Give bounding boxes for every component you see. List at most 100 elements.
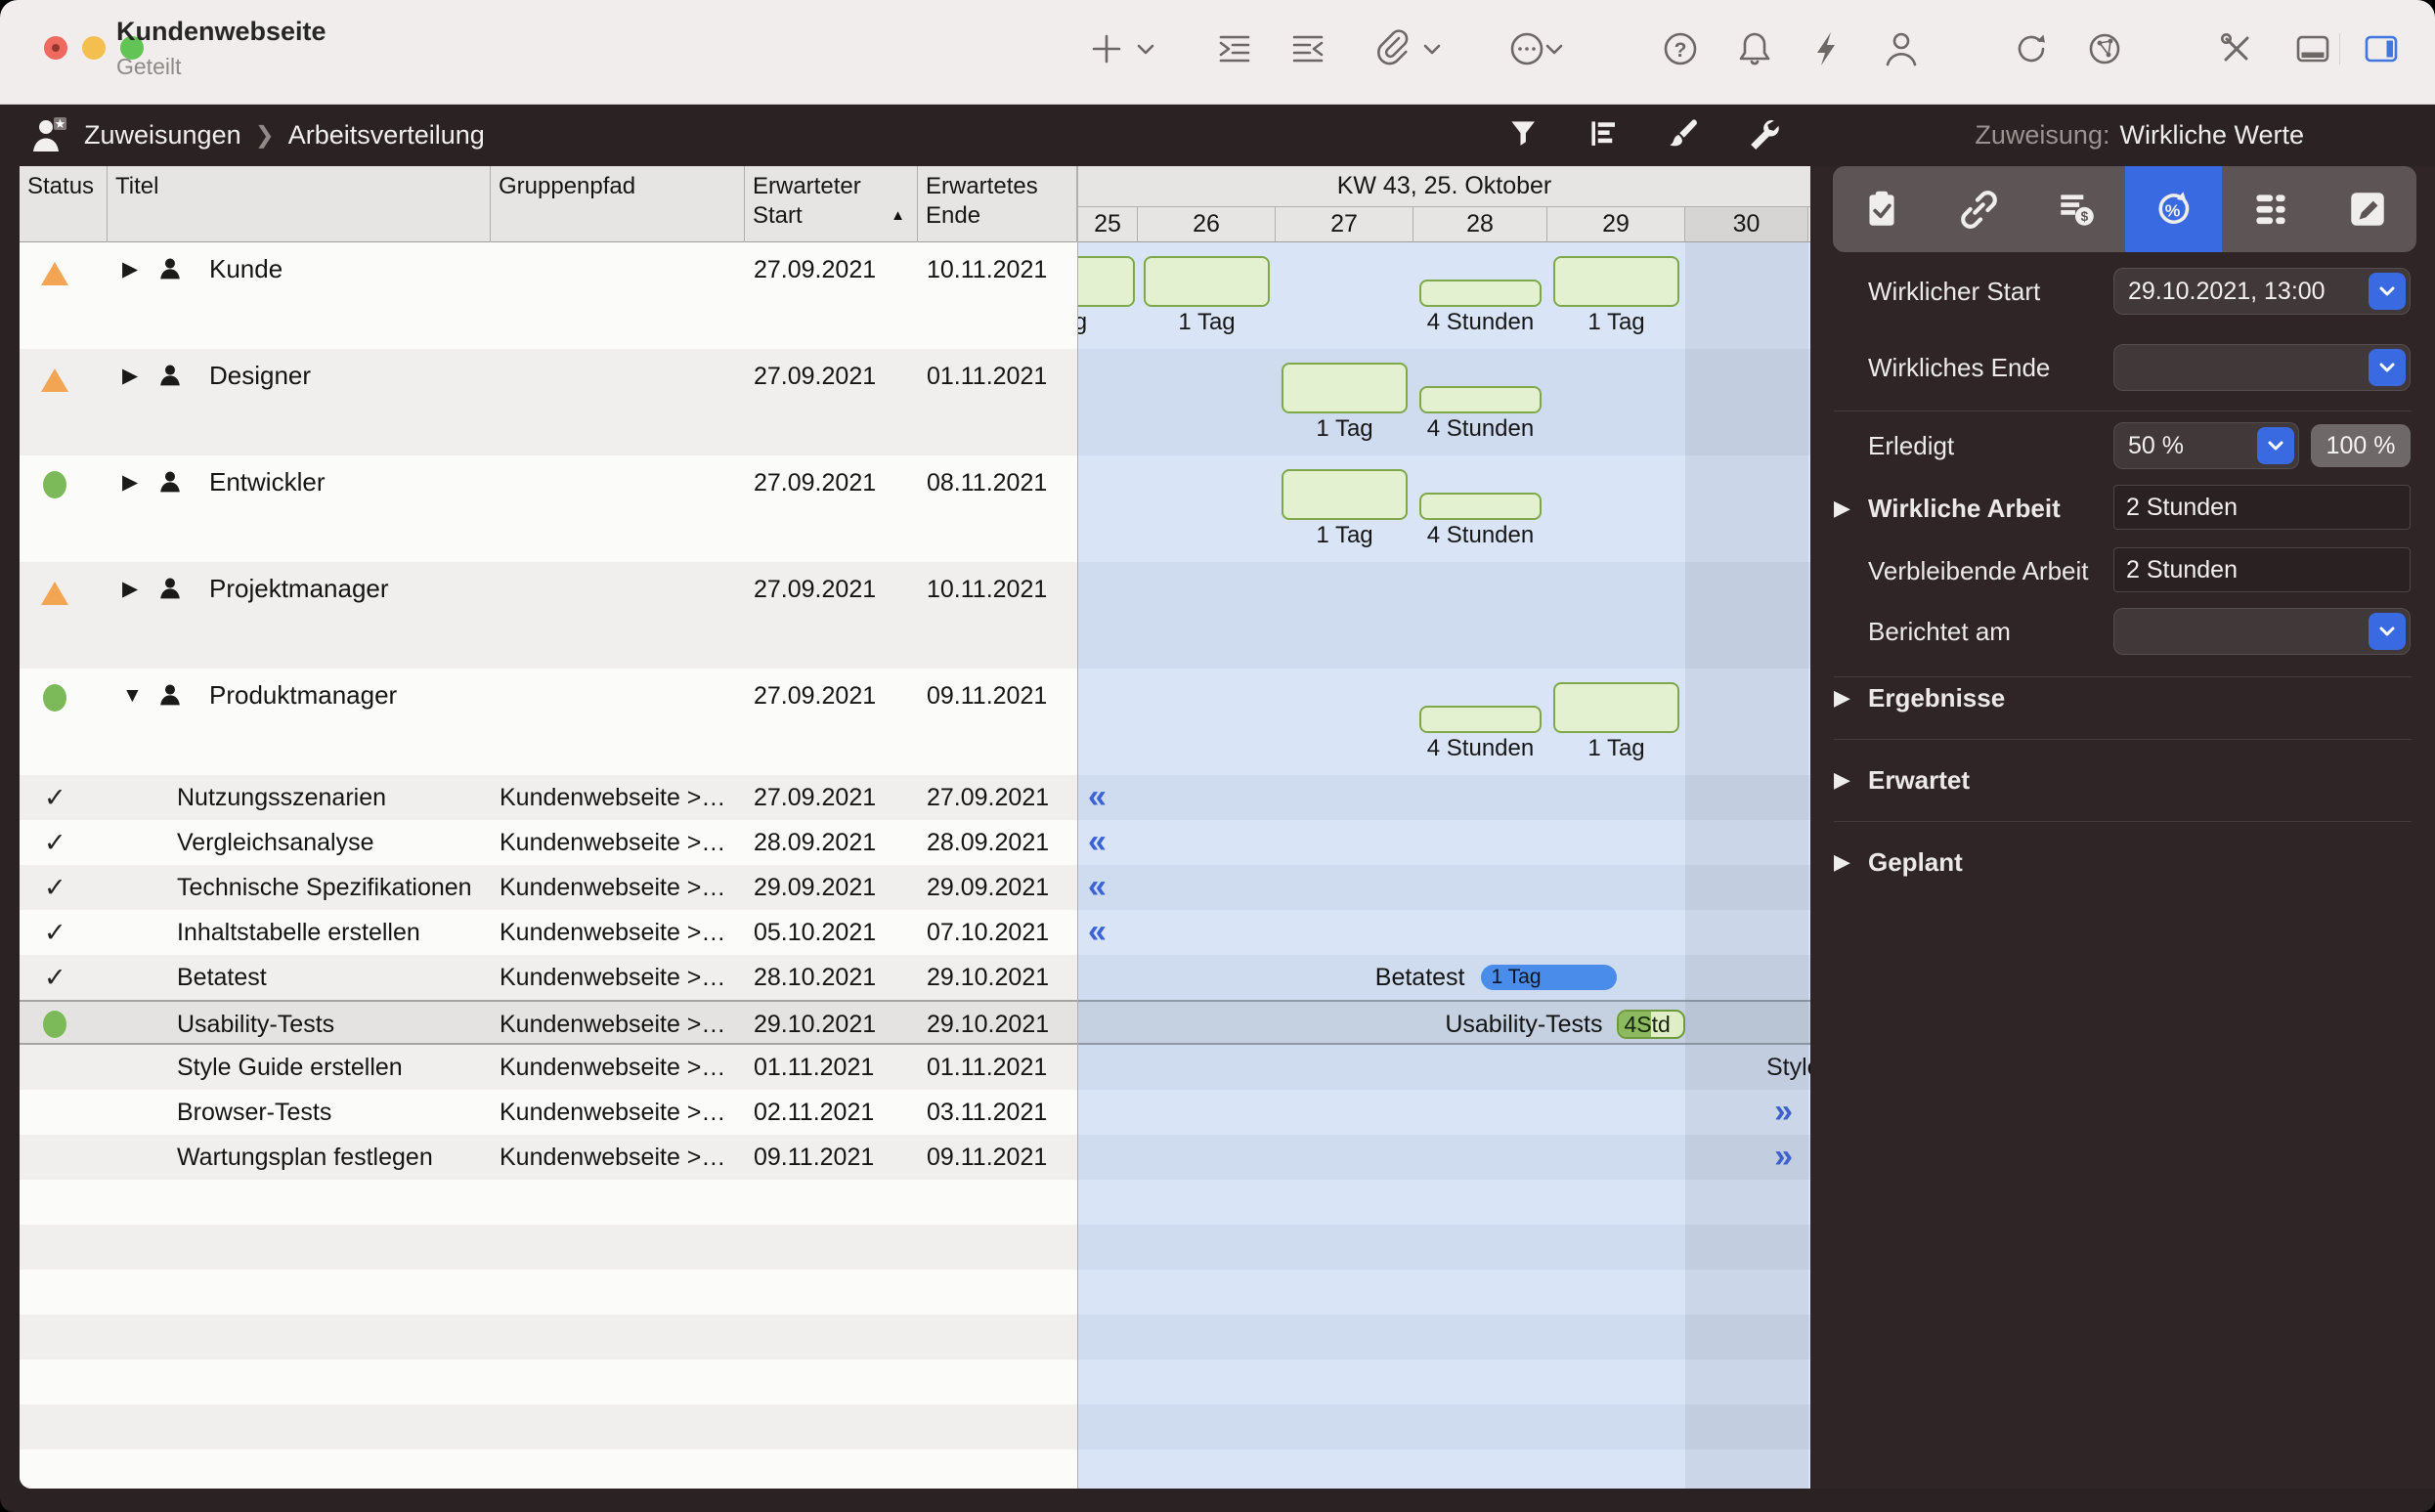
- progress-task-bar[interactable]: 4Std: [1617, 1010, 1686, 1039]
- notifications-button[interactable]: [1733, 27, 1776, 70]
- task-bar-duration: 4Std: [1625, 1012, 1671, 1037]
- disclosure-collapsed-icon[interactable]: ▶: [122, 562, 138, 617]
- tab-dependencies[interactable]: [1931, 166, 2028, 252]
- sync-button[interactable]: [2010, 27, 2053, 70]
- right-panel-toggle[interactable]: [2360, 27, 2403, 70]
- disclosure-collapsed-icon[interactable]: ▶: [122, 349, 138, 404]
- table-row[interactable]: ✓ Betatest Kundenwebseite >… 28.10.2021 …: [20, 955, 1077, 1000]
- task-bar[interactable]: 1 Tag: [1481, 965, 1617, 990]
- table-row[interactable]: ▶ Kunde 27.09.2021 10.11.2021: [20, 242, 1077, 349]
- table-row[interactable]: ✓ Inhaltstabelle erstellen Kundenwebseit…: [20, 910, 1077, 955]
- table-row[interactable]: Style Guide erstellen Kundenwebseite >… …: [20, 1045, 1077, 1090]
- disclosure-collapsed-icon[interactable]: ▶: [1834, 839, 1850, 886]
- column-header-erwarteter-start[interactable]: Erwarteter Start▲: [745, 166, 918, 242]
- help-button[interactable]: ?: [1659, 27, 1702, 70]
- scroll-to-earlier-icon[interactable]: «: [1088, 910, 1107, 953]
- table-row[interactable]: ✓ Technische Spezifikationen Kundenwebse…: [20, 865, 1077, 910]
- table-row[interactable]: ▼ Produktmanager 27.09.2021 09.11.2021: [20, 669, 1077, 775]
- combo-chevron-icon[interactable]: [2369, 273, 2406, 310]
- column-header-titel[interactable]: Titel: [108, 166, 491, 242]
- work-histogram-bar[interactable]: [1419, 386, 1542, 413]
- work-histogram-bar[interactable]: [1144, 256, 1270, 307]
- work-bar-label: 4 Stunden: [1415, 522, 1545, 549]
- outdent-button[interactable]: [1286, 27, 1329, 70]
- tab-notes[interactable]: [2320, 166, 2417, 252]
- completed-combobox[interactable]: 50 %: [2113, 422, 2299, 469]
- tab-costs[interactable]: $: [2027, 166, 2125, 252]
- expected-end-cell: 03.11.2021: [918, 1090, 1077, 1135]
- combo-chevron-icon[interactable]: [2369, 613, 2406, 650]
- bottom-panel-toggle[interactable]: [2291, 27, 2334, 70]
- breadcrumb-item-zuweisungen[interactable]: Zuweisungen: [84, 120, 241, 151]
- actual-end-combobox[interactable]: [2113, 344, 2411, 391]
- work-histogram-bar[interactable]: [1553, 682, 1679, 733]
- attach-menu-button[interactable]: [1419, 27, 1445, 70]
- tab-checklist[interactable]: [1833, 166, 1931, 252]
- scroll-to-later-icon[interactable]: »: [1774, 1135, 1793, 1178]
- work-histogram-bar[interactable]: [1282, 469, 1408, 520]
- resources-button[interactable]: [1880, 27, 1923, 70]
- disclosure-collapsed-icon[interactable]: ▶: [1834, 674, 1850, 721]
- tab-resources[interactable]: [2222, 166, 2320, 252]
- scroll-to-earlier-icon[interactable]: «: [1088, 775, 1107, 818]
- combo-chevron-icon[interactable]: [2257, 427, 2294, 464]
- actual-work-input[interactable]: 2 Stunden: [2113, 485, 2411, 530]
- more-menu-button[interactable]: [1542, 27, 1567, 70]
- resource-person-icon: [158, 576, 182, 608]
- table-row[interactable]: ✓ Nutzungsszenarien Kundenwebseite >… 27…: [20, 775, 1077, 820]
- add-button[interactable]: [1085, 27, 1128, 70]
- table-row[interactable]: ▶ Projektmanager 27.09.2021 10.11.2021: [20, 562, 1077, 669]
- settings-button[interactable]: [2215, 27, 2258, 70]
- disclosure-collapsed-icon[interactable]: ▶: [122, 242, 138, 297]
- work-histogram-bar[interactable]: [1419, 706, 1542, 733]
- filter-button[interactable]: [1505, 115, 1544, 154]
- table-row[interactable]: ▶ Entwickler 27.09.2021 08.11.2021: [20, 455, 1077, 562]
- work-histogram-bar[interactable]: [1419, 280, 1542, 307]
- group-path-cell: Kundenwebseite >…: [491, 1090, 754, 1135]
- attach-button[interactable]: [1370, 27, 1413, 70]
- section-label[interactable]: Geplant: [1868, 839, 1963, 886]
- completed-100-button[interactable]: 100 %: [2311, 424, 2411, 467]
- indent-button[interactable]: [1213, 27, 1256, 70]
- combo-chevron-icon[interactable]: [2369, 349, 2406, 386]
- section-label[interactable]: Ergebnisse: [1868, 674, 2005, 721]
- breadcrumb: Zuweisungen ❯ Arbeitsverteilung: [84, 105, 485, 166]
- breadcrumb-item-arbeitsverteilung[interactable]: Arbeitsverteilung: [288, 120, 485, 151]
- work-histogram-bar[interactable]: [1282, 363, 1408, 413]
- tools-button[interactable]: [1743, 115, 1782, 154]
- tab-actual-values[interactable]: %: [2125, 166, 2223, 252]
- column-header-gruppenpfad[interactable]: Gruppenpfad: [491, 166, 745, 242]
- disclosure-collapsed-icon[interactable]: ▶: [1834, 756, 1850, 803]
- network-button[interactable]: [2083, 27, 2126, 70]
- table-row[interactable]: Browser-Tests Kundenwebseite >… 02.11.20…: [20, 1090, 1077, 1135]
- disclosure-collapsed-icon[interactable]: ▶: [122, 455, 138, 510]
- svg-text:★: ★: [55, 116, 66, 131]
- work-histogram-bar[interactable]: [1419, 493, 1542, 520]
- table-row[interactable]: Wartungsplan festlegen Kundenwebseite >……: [20, 1135, 1077, 1180]
- row-title: Vergleichsanalyse: [177, 820, 374, 865]
- scroll-to-earlier-icon[interactable]: «: [1088, 820, 1107, 863]
- scroll-to-earlier-icon[interactable]: «: [1088, 865, 1107, 908]
- work-histogram-bar[interactable]: [1553, 256, 1679, 307]
- gantt-row: «: [1078, 865, 1810, 910]
- table-row[interactable]: Usability-Tests Kundenwebseite >… 29.10.…: [20, 1000, 1077, 1045]
- remaining-work-input[interactable]: 2 Stunden: [2113, 547, 2411, 592]
- disclosure-collapsed-icon[interactable]: ▶: [1834, 485, 1850, 532]
- column-header-erwartetes-ende[interactable]: Erwartetes Ende: [918, 166, 1077, 242]
- disclosure-expanded-icon[interactable]: ▼: [122, 669, 143, 723]
- section-label[interactable]: Erwartet: [1868, 756, 1970, 803]
- table-row[interactable]: ✓ Vergleichsanalyse Kundenwebseite >… 28…: [20, 820, 1077, 865]
- style-button[interactable]: [1663, 115, 1702, 154]
- table-row[interactable]: ▶ Designer 27.09.2021 01.11.2021: [20, 349, 1077, 455]
- column-header-status[interactable]: Status: [20, 166, 108, 242]
- assignments-person-star-icon: ★: [29, 114, 72, 162]
- reported-on-combobox[interactable]: [2113, 608, 2411, 655]
- outline-button[interactable]: [1586, 115, 1625, 154]
- add-menu-button[interactable]: [1133, 27, 1158, 70]
- minimize-button[interactable]: [82, 36, 106, 60]
- scroll-to-later-icon[interactable]: »: [1774, 1090, 1793, 1133]
- activity-button[interactable]: [1806, 27, 1849, 70]
- work-histogram-bar[interactable]: [1078, 256, 1135, 307]
- close-button[interactable]: [44, 36, 67, 60]
- actual-start-combobox[interactable]: 29.10.2021, 13:00: [2113, 268, 2411, 315]
